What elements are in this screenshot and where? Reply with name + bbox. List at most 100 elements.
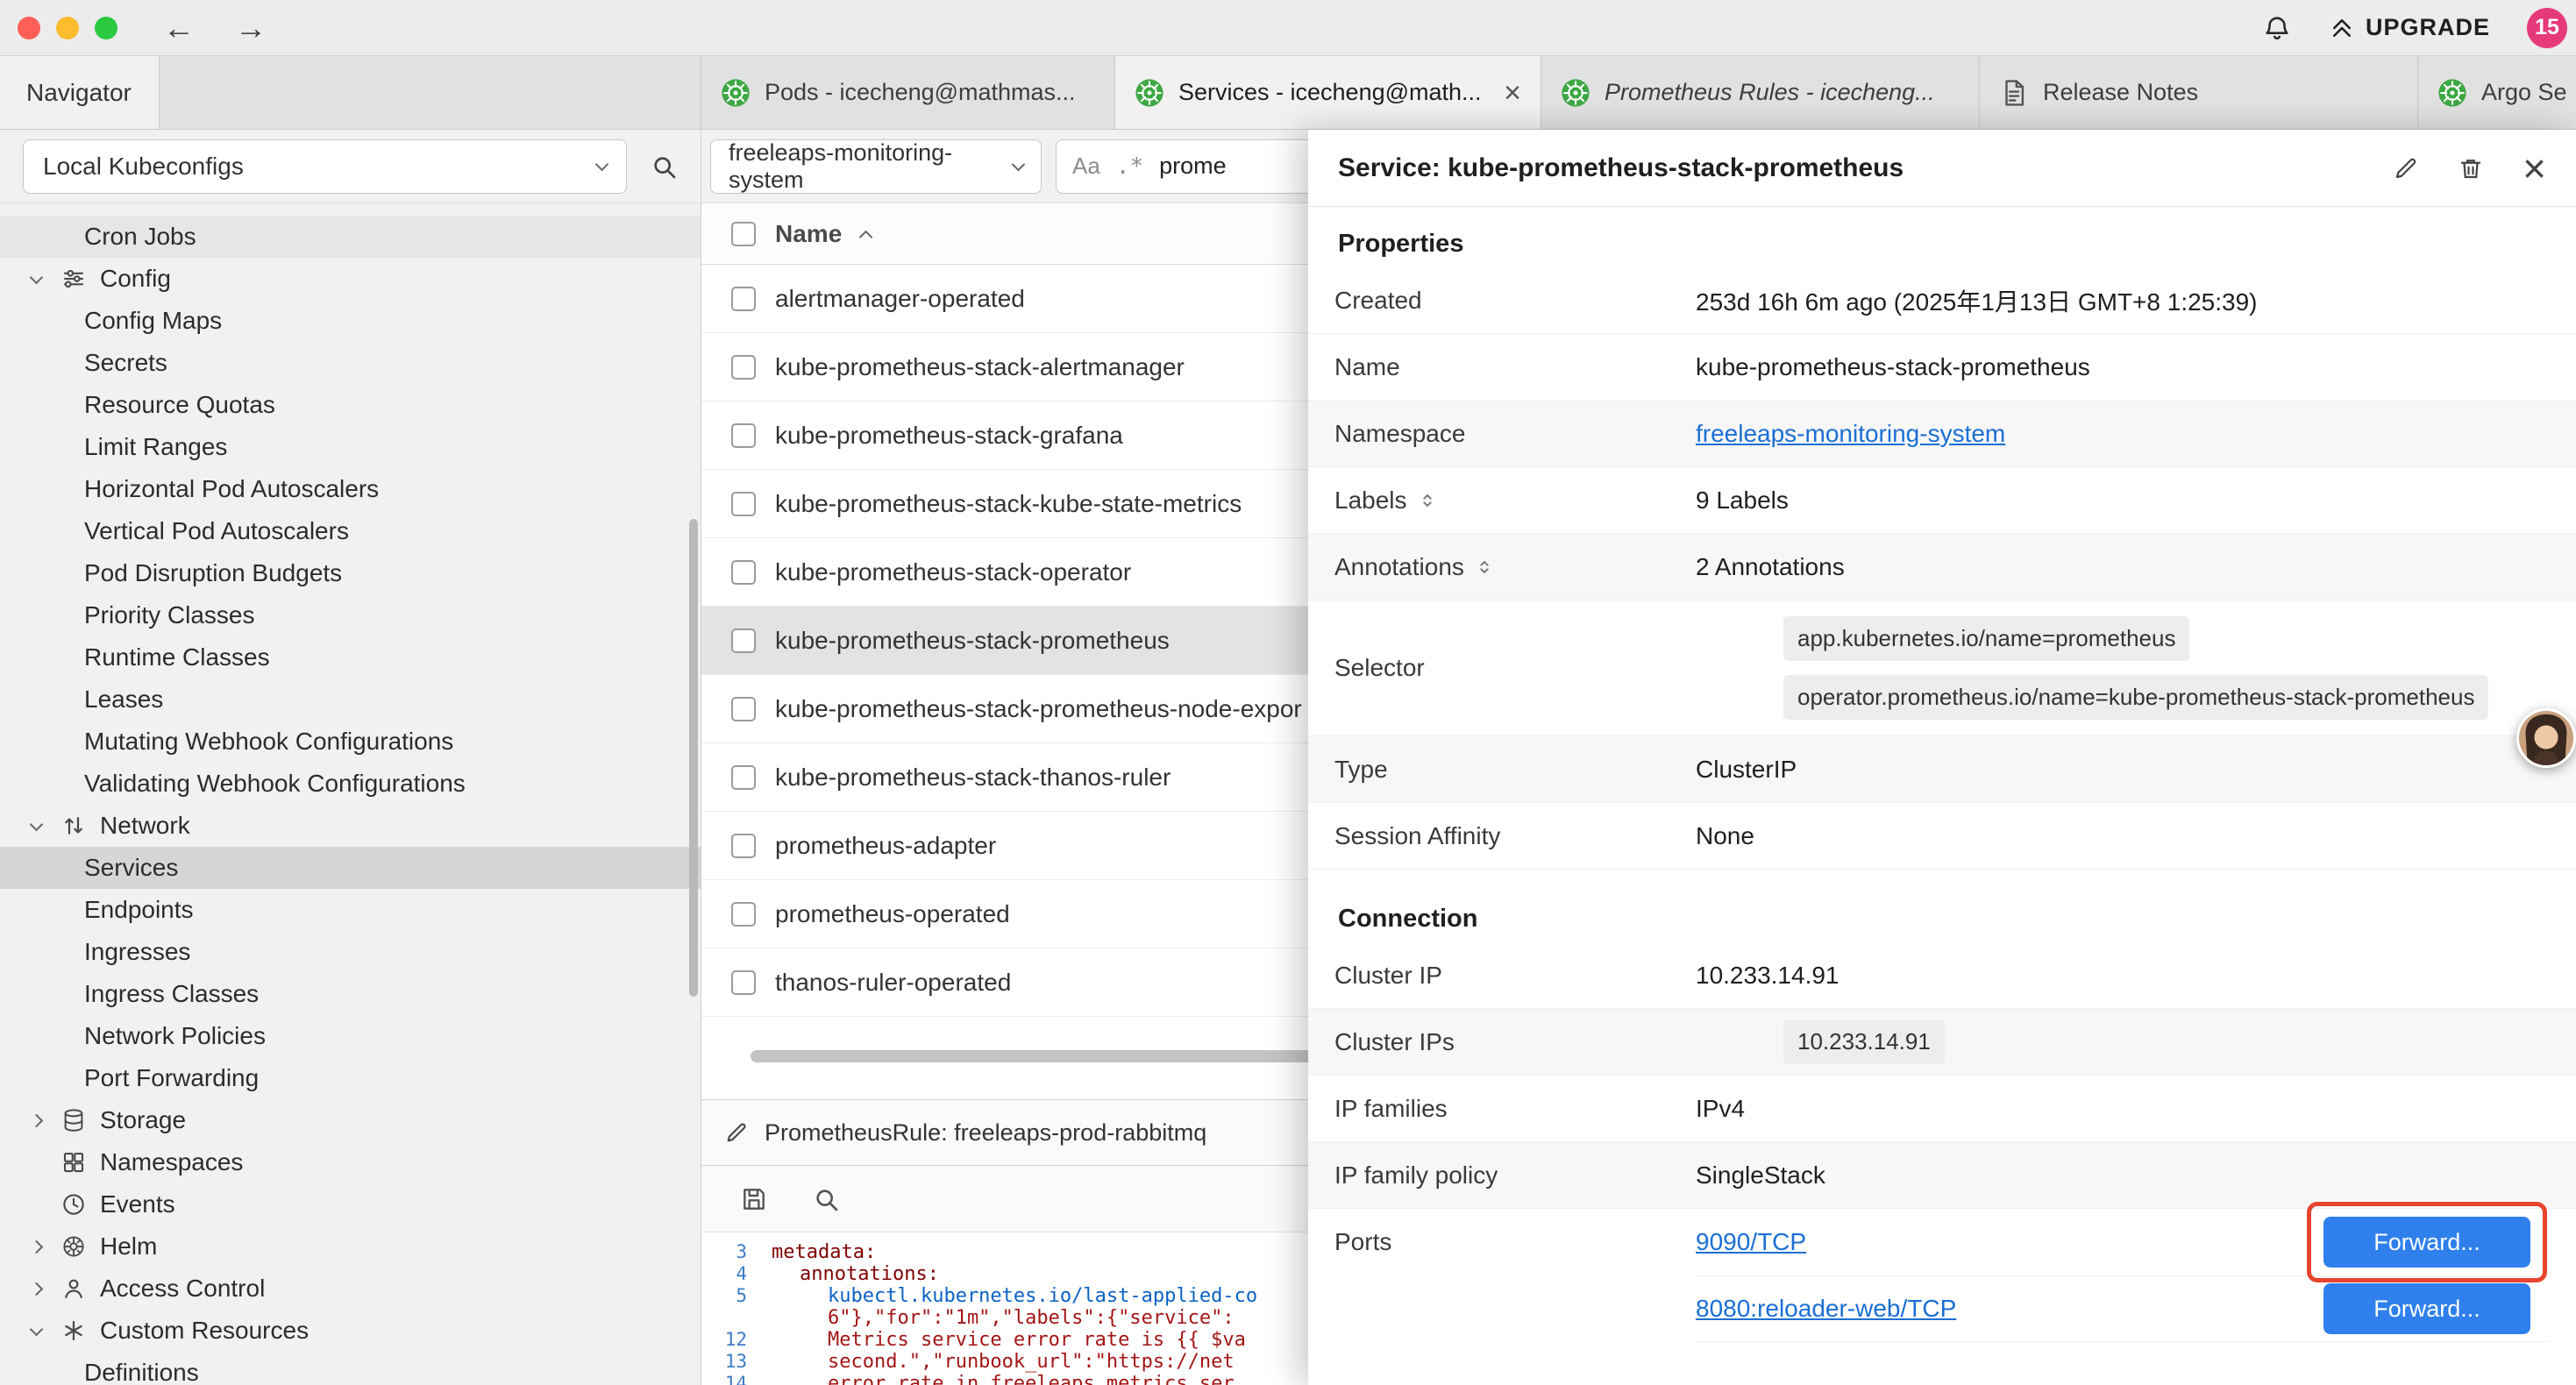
sidebar-item-label: Vertical Pod Autoscalers xyxy=(84,517,349,545)
select-all-checkbox[interactable] xyxy=(731,222,756,246)
detail-panel: Service: kube-prometheus-stack-prometheu… xyxy=(1308,130,2576,1385)
notification-count-badge[interactable]: 15 xyxy=(2527,8,2567,48)
close-window-button[interactable] xyxy=(18,17,40,39)
forward-button-9090[interactable]: Forward... xyxy=(2323,1217,2530,1268)
tab-argo-se[interactable]: Argo Se xyxy=(2418,56,2576,129)
port-link-8080[interactable]: 8080:reloader-web/TCP xyxy=(1696,1295,1956,1323)
forward-arrow-icon[interactable]: → xyxy=(235,12,267,44)
editor-tab-prometheusrule-freeleaps-prod-rabbitmq[interactable]: PrometheusRule: freeleaps-prod-rabbitmq xyxy=(701,1100,1320,1165)
kubeconfig-selector-value: Local Kubeconfigs xyxy=(43,153,244,181)
namespace-selector[interactable]: freeleaps-monitoring-system xyxy=(710,139,1042,194)
sidebar-item-config-maps[interactable]: Config Maps xyxy=(0,300,701,342)
row-checkbox[interactable] xyxy=(731,355,756,380)
close-icon[interactable]: × xyxy=(2523,148,2546,188)
row-checkbox[interactable] xyxy=(731,902,756,927)
sidebar-item-helm[interactable]: Helm xyxy=(0,1225,701,1268)
selector-chip: operator.prometheus.io/name=kube-prometh… xyxy=(1783,675,2488,720)
chevron-down-icon xyxy=(25,1328,47,1334)
row-checkbox[interactable] xyxy=(731,560,756,585)
sidebar-item-namespaces[interactable]: Namespaces xyxy=(0,1141,701,1183)
sidebar-item-ingresses[interactable]: Ingresses xyxy=(0,931,701,973)
notifications-bell-icon[interactable] xyxy=(2262,13,2292,43)
filter-query-text: prome xyxy=(1159,153,1227,180)
sidebar-item-vertical-pod-autoscalers[interactable]: Vertical Pod Autoscalers xyxy=(0,510,701,552)
row-checkbox[interactable] xyxy=(731,765,756,790)
row-checkbox[interactable] xyxy=(731,970,756,995)
line-number: 5 xyxy=(701,1285,765,1307)
close-tab-icon[interactable]: × xyxy=(1504,78,1521,108)
section-heading-connection: Connection xyxy=(1338,905,2546,934)
tab-services-icecheng-math[interactable]: Services - icecheng@math...× xyxy=(1115,56,1541,129)
property-row-cluster-ips: Cluster IPs 10.233.14.91 xyxy=(1308,1009,2576,1076)
sidebar-item-port-forwarding[interactable]: Port Forwarding xyxy=(0,1057,701,1099)
config-icon xyxy=(60,266,88,292)
expand-annotations-icon[interactable] xyxy=(1475,558,1494,577)
sidebar-item-limit-ranges[interactable]: Limit Ranges xyxy=(0,426,701,468)
sidebar-item-custom-resources[interactable]: Custom Resources xyxy=(0,1310,701,1352)
pencil-icon xyxy=(724,1120,749,1145)
sidebar-item-services[interactable]: Services xyxy=(0,847,701,889)
row-checkbox[interactable] xyxy=(731,629,756,653)
zoom-window-button[interactable] xyxy=(95,17,117,39)
expand-labels-icon[interactable] xyxy=(1418,491,1437,510)
sidebar-item-config[interactable]: Config xyxy=(0,258,701,300)
minimize-window-button[interactable] xyxy=(56,17,79,39)
delete-trash-icon[interactable] xyxy=(2458,155,2484,181)
name-column-header[interactable]: Name xyxy=(775,220,842,248)
sidebar-item-definitions[interactable]: Definitions xyxy=(0,1352,701,1385)
property-row-name: Name kube-prometheus-stack-prometheus xyxy=(1308,334,2576,401)
regex-toggle[interactable]: .* xyxy=(1116,153,1143,180)
titlebar: ← → UPGRADE 15 xyxy=(0,0,2576,56)
line-number: 13 xyxy=(701,1351,765,1373)
sidebar-item-label: Namespaces xyxy=(100,1148,243,1176)
row-checkbox[interactable] xyxy=(731,423,756,448)
forward-button-8080[interactable]: Forward... xyxy=(2323,1283,2530,1334)
tab-release-notes[interactable]: Release Notes xyxy=(1980,56,2418,129)
events-icon xyxy=(60,1191,88,1218)
sidebar-item-cron-jobs[interactable]: Cron Jobs xyxy=(0,216,701,258)
search-icon[interactable] xyxy=(650,153,678,181)
tab-prometheus-rules-icecheng[interactable]: Prometheus Rules - icecheng... xyxy=(1541,56,1980,129)
sidebar-item-endpoints[interactable]: Endpoints xyxy=(0,889,701,931)
row-checkbox[interactable] xyxy=(731,287,756,311)
sidebar-item-priority-classes[interactable]: Priority Classes xyxy=(0,594,701,636)
row-checkbox[interactable] xyxy=(731,834,756,858)
sidebar-scrollbar[interactable] xyxy=(689,519,698,997)
upgrade-button[interactable]: UPGRADE xyxy=(2329,14,2490,41)
sidebar-item-network[interactable]: Network xyxy=(0,805,701,847)
sidebar-item-label: Cron Jobs xyxy=(84,223,196,251)
row-checkbox[interactable] xyxy=(731,492,756,516)
sidebar-item-pod-disruption-budgets[interactable]: Pod Disruption Budgets xyxy=(0,552,701,594)
namespace-link[interactable]: freeleaps-monitoring-system xyxy=(1696,420,2005,448)
save-icon[interactable] xyxy=(740,1185,768,1213)
sidebar-item-runtime-classes[interactable]: Runtime Classes xyxy=(0,636,701,678)
navigator-tab-label: Navigator xyxy=(26,79,132,107)
sidebar-item-resource-quotas[interactable]: Resource Quotas xyxy=(0,384,701,426)
sidebar-item-mutating-webhook-configurations[interactable]: Mutating Webhook Configurations xyxy=(0,721,701,763)
navigator-tab[interactable]: Navigator xyxy=(0,56,160,129)
sidebar-item-network-policies[interactable]: Network Policies xyxy=(0,1015,701,1057)
match-case-toggle[interactable]: Aa xyxy=(1072,153,1100,180)
sidebar-item-storage[interactable]: Storage xyxy=(0,1099,701,1141)
editor-search-icon[interactable] xyxy=(812,1185,840,1213)
sidebar-item-validating-webhook-configurations[interactable]: Validating Webhook Configurations xyxy=(0,763,701,805)
edit-pencil-icon[interactable] xyxy=(2393,155,2419,181)
kubernetes-icon xyxy=(2437,78,2467,108)
line-number: 12 xyxy=(701,1329,765,1351)
kubeconfig-selector[interactable]: Local Kubeconfigs xyxy=(23,139,627,194)
sidebar-item-ingress-classes[interactable]: Ingress Classes xyxy=(0,973,701,1015)
sort-ascending-icon[interactable] xyxy=(859,231,873,245)
sidebar-item-secrets[interactable]: Secrets xyxy=(0,342,701,384)
port-link-9090[interactable]: 9090/TCP xyxy=(1696,1228,1806,1256)
table-horizontal-scrollbar[interactable] xyxy=(751,1050,1380,1062)
back-arrow-icon[interactable]: ← xyxy=(163,12,195,44)
sidebar-item-label: Services xyxy=(84,854,178,882)
tab-pods-icecheng-mathmas[interactable]: Pods - icecheng@mathmas... xyxy=(701,56,1115,129)
row-checkbox[interactable] xyxy=(731,697,756,721)
sidebar-item-events[interactable]: Events xyxy=(0,1183,701,1225)
user-avatar[interactable] xyxy=(2516,708,2576,768)
window-controls xyxy=(18,17,117,39)
sidebar-item-access-control[interactable]: Access Control xyxy=(0,1268,701,1310)
sidebar-item-leases[interactable]: Leases xyxy=(0,678,701,721)
sidebar-item-horizontal-pod-autoscalers[interactable]: Horizontal Pod Autoscalers xyxy=(0,468,701,510)
